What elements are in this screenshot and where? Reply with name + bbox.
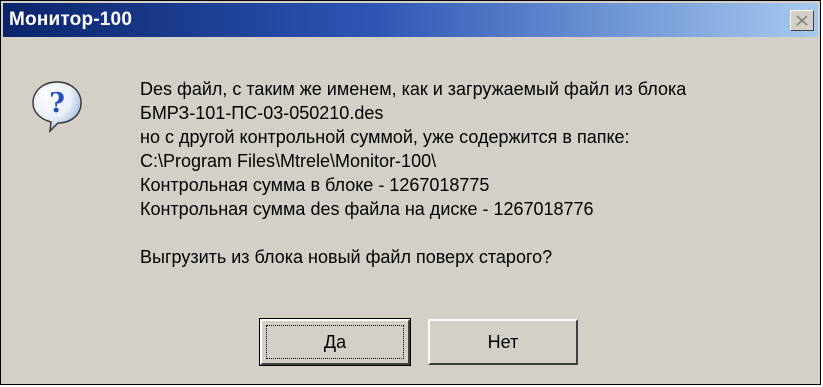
- message-line: Des файл, с таким же именем, как и загру…: [140, 79, 687, 99]
- message-line: Контрольная сумма в блоке - 1267018775: [140, 175, 490, 195]
- question-text: Выгрузить из блока новый файл поверх ста…: [140, 247, 553, 267]
- close-button[interactable]: [790, 10, 814, 31]
- message-line: C:\Program Files\Mtrele\Monitor-100\: [140, 151, 437, 171]
- question-icon: ?: [32, 81, 82, 133]
- focus-rect: [266, 325, 404, 359]
- message-text: Des файл, с таким же именем, как и загру…: [140, 77, 820, 269]
- yes-button[interactable]: Да: [259, 318, 411, 366]
- message-line: Контрольная сумма des файла на диске - 1…: [140, 199, 594, 219]
- no-button-label: Нет: [487, 331, 519, 352]
- no-button[interactable]: Нет: [428, 319, 578, 365]
- title-bar[interactable]: Монитор-100: [3, 3, 818, 37]
- message-line: но с другой контрольной суммой, уже соде…: [140, 127, 630, 147]
- window-title: Монитор-100: [9, 9, 133, 30]
- message-dialog: Монитор-100 ? Des файл, с таким же имене…: [0, 0, 821, 385]
- svg-text:?: ?: [49, 88, 65, 119]
- message-line: БМРЗ-101-ПС-03-050210.des: [140, 103, 384, 123]
- close-icon: [796, 15, 808, 26]
